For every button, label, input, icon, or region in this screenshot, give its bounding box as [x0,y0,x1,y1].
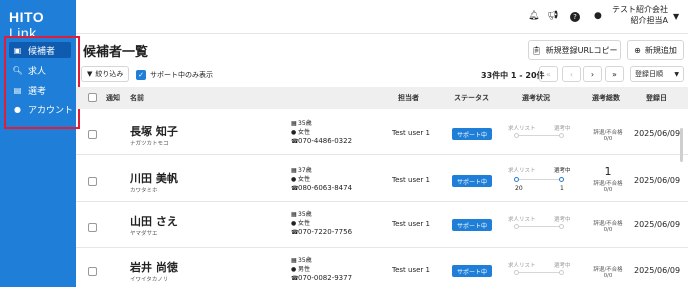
col-selection: 選考状況 [522,94,550,102]
status-badge[interactable]: サポート中 [452,219,492,231]
clipboard-icon: 📋︎ [531,45,542,55]
scrollbar[interactable] [680,128,683,162]
col-name: 名前 [130,94,144,102]
table-row[interactable]: 山田 さえ ヤマダサエ ▦35歳 ● 女性 ☎070-7220-7756 Test… [76,203,688,248]
phone-icon: ☎ [291,138,299,145]
add-new-button[interactable]: ⊕ 新規追加 [627,40,684,60]
phone-icon: ☎ [291,275,299,282]
owner-name: Test user 1 [392,220,430,228]
selection-progress: 求人リスト 選考中 [506,215,576,235]
decline-reject-count: 辞退/不合格 0/0 [593,130,623,142]
owner-name: Test user 1 [392,129,430,137]
candidate-kana: イワイタカノリ [130,277,169,283]
help-icon[interactable]: ? [570,12,580,22]
candidate-info: ▦35歳 ● 男性 ☎070-0082-9377 [291,257,353,282]
decline-reject-count: 辞退/不合格 0/0 [593,267,623,279]
calendar-icon: ▦ [291,211,297,218]
stage-dot [514,177,519,182]
candidate-name[interactable]: 岩井 尚徳 [130,259,178,275]
person-icon: ● [291,220,297,227]
checkbox-checked-icon: ✓ [136,69,146,80]
col-registered: 登録日 [646,94,667,102]
megaphone-icon[interactable]: 📢︎ [547,11,558,21]
candidate-kana: ヤマダサエ [130,231,158,237]
owner-name: Test user 1 [392,176,430,184]
support-only-checkbox[interactable]: ✓ サポート中のみ表示 [136,67,213,82]
table-row[interactable]: 川田 美帆 カワタミホ ▦37歳 ● 女性 ☎080-6063-8474 Test… [76,157,688,202]
col-notice: 通知 [106,94,120,102]
stage-dot [514,133,519,138]
row-checkbox[interactable] [88,267,97,276]
calendar-icon: ▦ [291,257,297,264]
status-badge[interactable]: サポート中 [452,175,492,187]
selection-total: 1 [604,165,612,178]
copy-url-button[interactable]: 📋︎ 新規登録URLコピー [528,40,621,60]
candidate-info: ▦37歳 ● 女性 ☎080-6063-8474 [291,167,353,192]
result-count: 33件中 1 - 20件 [481,71,545,80]
calendar-icon: ▦ [291,167,297,174]
candidate-kana: ナガツカトモコ [130,141,169,147]
stage-dot [514,270,519,275]
row-checkbox[interactable] [88,177,97,186]
status-badge[interactable]: サポート中 [452,128,492,140]
stage-dot [559,270,564,275]
col-total: 選考総数 [592,94,620,102]
chevron-down-icon[interactable]: ▼ [673,12,679,21]
chevron-down-icon: ▼ [674,70,679,78]
registered-date: 2025/06/09 [634,266,681,275]
plus-circle-icon: ⊕ [634,45,641,55]
filter-button[interactable]: ▼ 絞り込み [81,66,130,82]
candidate-kana: カワタミホ [130,188,158,194]
select-all-checkbox[interactable] [88,93,97,102]
last-page-button[interactable]: » [605,66,624,82]
registered-date: 2025/06/09 [634,129,681,138]
user-name: 紹介担当A [630,16,668,25]
row-checkbox[interactable] [88,223,97,232]
stage-dot [559,224,564,229]
candidate-info: ▦35歳 ● 女性 ☎070-7220-7756 [291,211,353,236]
first-page-button[interactable]: « [539,66,558,82]
owner-name: Test user 1 [392,266,430,274]
person-icon: ● [291,266,297,273]
user-company: テスト紹介会社 [612,5,668,14]
sort-select[interactable]: 登録日順 ▼ [630,66,684,82]
phone-icon: ☎ [291,185,299,192]
row-checkbox[interactable] [88,130,97,139]
selection-progress: 求人リスト 選考中 [506,261,576,281]
calendar-icon: ▦ [291,120,297,127]
candidate-name[interactable]: 川田 美帆 [130,170,178,186]
registered-date: 2025/06/09 [634,176,681,185]
next-page-button[interactable]: › [583,66,602,82]
prev-page-button[interactable]: ‹ [562,66,581,82]
person-icon: ● [291,129,297,136]
page-title: 候補者一覧 [83,45,149,60]
candidate-info: ▦35歳 ● 女性 ☎070-4486-0322 [291,120,353,145]
col-status: ステータス [454,94,489,102]
table-header: 通知 名前 担当者 ステータス 選考状況 選考総数 登録日 [76,87,688,109]
person-icon: ● [291,176,297,183]
user-menu[interactable]: テスト紹介会社 紹介担当A [604,4,668,26]
decline-reject-count: 辞退/不合格 0/0 [593,181,623,193]
table-row[interactable]: 長塚 知子 ナガツカトモコ ▦35歳 ● 女性 ☎070-4486-0322 Te… [76,110,688,155]
selection-progress: 求人リスト 選考中 [506,124,576,144]
table-row[interactable]: 岩井 尚徳 イワイタカノリ ▦35歳 ● 男性 ☎070-0082-9377 Te… [76,249,688,287]
candidate-name[interactable]: 長塚 知子 [130,123,178,139]
candidate-name[interactable]: 山田 さえ [130,213,178,229]
decline-reject-count: 辞退/不合格 0/0 [593,221,623,233]
registered-date: 2025/06/09 [634,220,681,229]
stage-dot [514,224,519,229]
col-owner: 担当者 [398,94,419,102]
highlight-box [4,36,80,129]
stage-dot [559,177,564,182]
selection-progress: 求人リスト 選考中 20 1 [508,168,571,192]
bell-icon[interactable]: 🔔︎ [528,11,539,21]
phone-icon: ☎ [291,229,299,236]
status-badge[interactable]: サポート中 [452,265,492,277]
filter-icon: ▼ [87,70,93,78]
user-icon[interactable]: ● [594,11,602,21]
stage-dot [559,133,564,138]
